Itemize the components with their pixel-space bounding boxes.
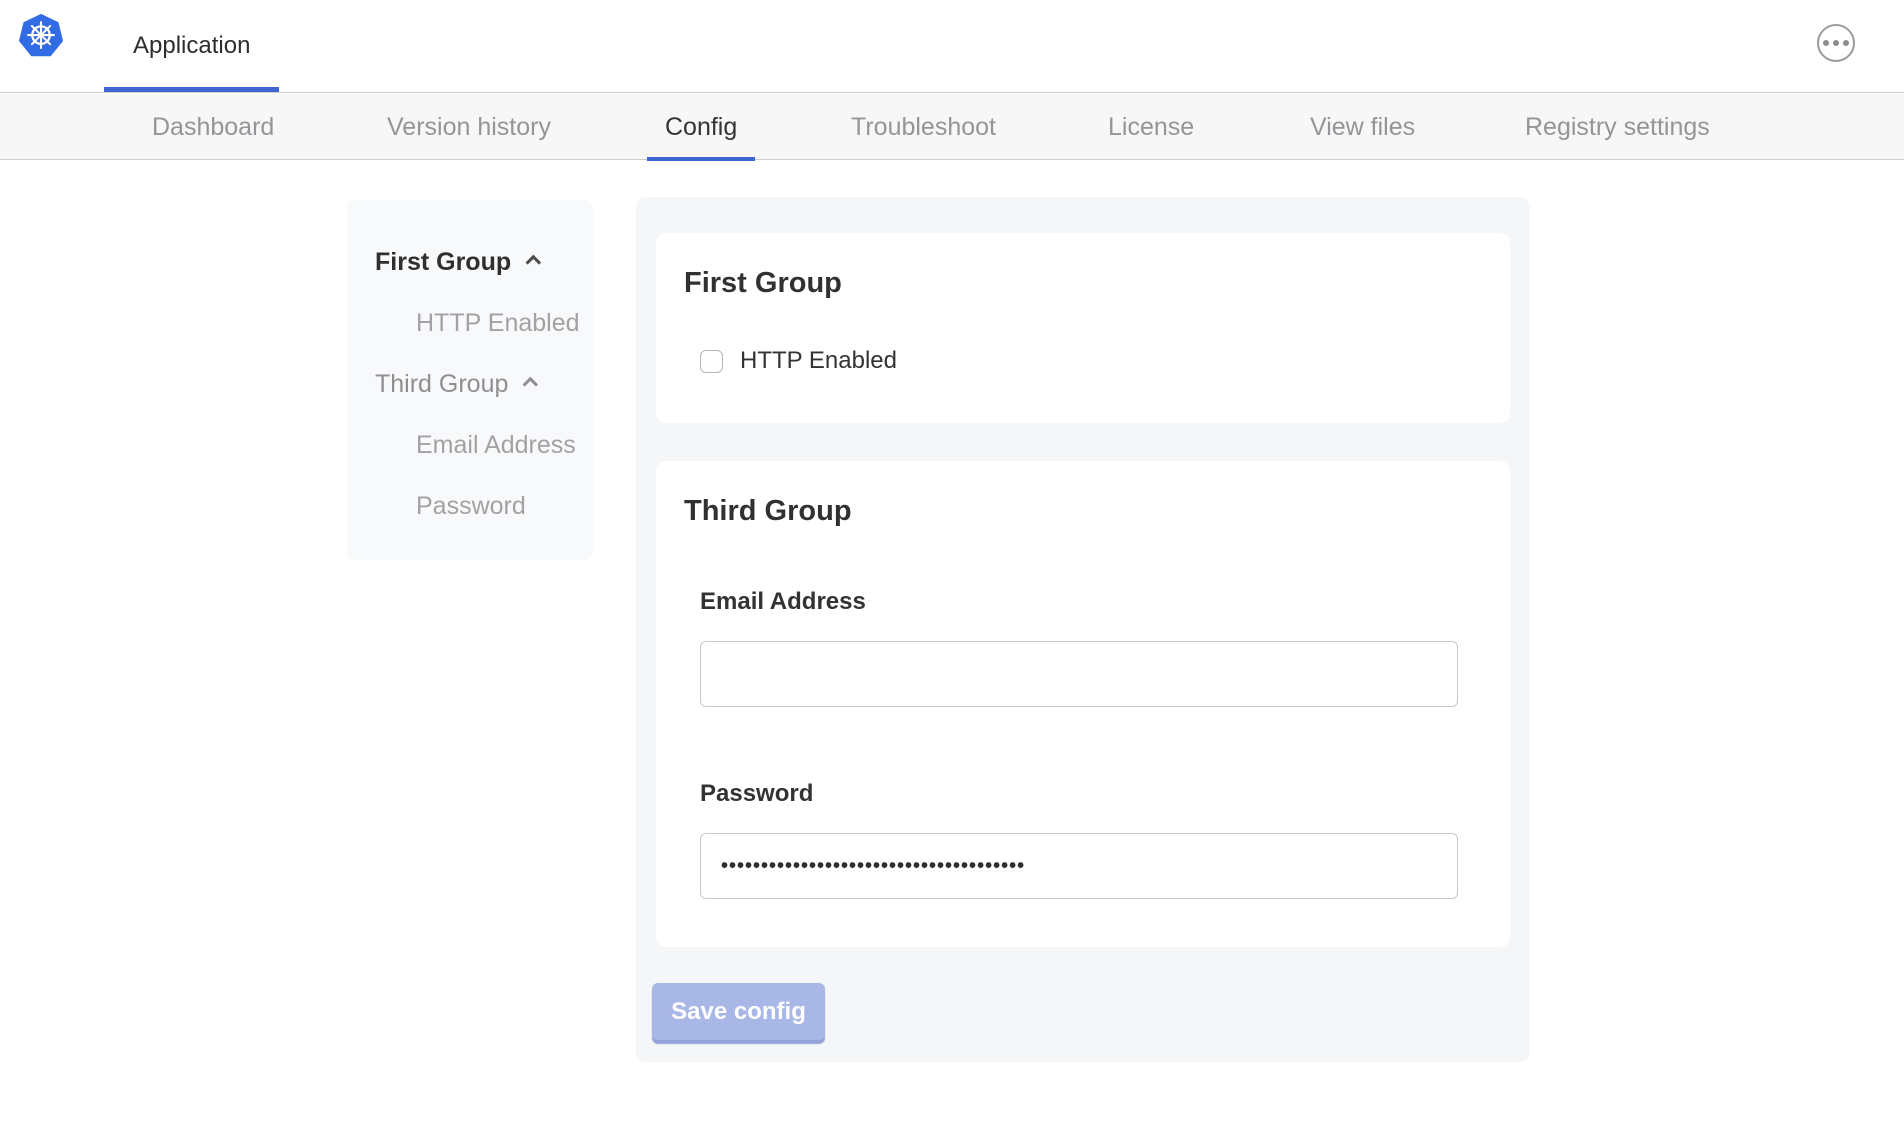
sidebar-item-first-group[interactable]: First Group [375,232,593,293]
sidebar-item-label: HTTP Enabled [416,309,580,338]
group-title: First Group [684,263,1482,303]
password-field: Password [700,779,1482,899]
http-enabled-label: HTTP Enabled [740,347,897,375]
app-subnav: Dashboard Version history Config Trouble… [0,94,1904,160]
app-tab-label: Application [133,32,250,60]
ellipsis-icon [1823,40,1829,46]
ellipsis-icon [1843,40,1849,46]
config-group-card-third: Third Group Email Address Password [656,461,1510,947]
chevron-up-icon [523,377,539,393]
overflow-menu-button[interactable] [1817,24,1855,62]
header-bar: Application [0,0,1904,93]
password-label: Password [700,779,1482,809]
app-tab[interactable]: Application [104,0,279,92]
sidebar-item-label: Third Group [375,370,508,399]
password-input[interactable] [700,833,1458,899]
sidebar-item-label: First Group [375,248,511,277]
sidebar-item-label: Email Address [416,431,576,460]
sidebar-item-password[interactable]: Password [391,476,593,537]
sidebar-item-http-enabled[interactable]: HTTP Enabled [391,293,593,354]
email-address-label: Email Address [700,587,1482,617]
config-group-card-first: First Group HTTP Enabled [656,233,1510,423]
config-group-sidebar: First Group HTTP Enabled Third Group Ema… [347,200,593,560]
tab-registry-settings[interactable]: Registry settings [1525,94,1710,160]
sidebar-item-email-address[interactable]: Email Address [391,415,593,476]
sidebar-item-third-group[interactable]: Third Group [375,354,593,415]
tab-license[interactable]: License [1108,94,1194,160]
email-address-input[interactable] [700,641,1458,707]
ellipsis-icon [1833,40,1839,46]
tab-troubleshoot[interactable]: Troubleshoot [851,94,996,160]
chevron-up-icon [526,255,542,271]
tab-dashboard[interactable]: Dashboard [152,94,274,160]
tab-view-files[interactable]: View files [1310,94,1415,160]
config-panel: First Group HTTP Enabled Third Group Ema… [636,197,1530,1062]
save-config-button[interactable]: Save config [652,983,825,1040]
tab-version-history[interactable]: Version history [387,94,551,160]
tab-config[interactable]: Config [665,94,737,160]
email-address-field: Email Address [700,587,1482,707]
http-enabled-checkbox[interactable] [700,350,723,373]
group-title: Third Group [684,491,1482,531]
sidebar-item-label: Password [416,492,526,521]
http-enabled-field: HTTP Enabled [700,347,1482,375]
page: Application Dashboard Version history Co… [0,0,1904,1122]
kubernetes-logo-icon [18,13,64,59]
